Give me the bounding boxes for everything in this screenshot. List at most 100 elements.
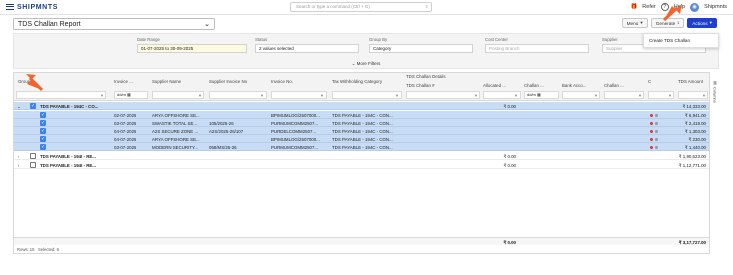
menu-button[interactable]: Menu ▾ (621, 18, 648, 28)
status-dot-icon (650, 137, 653, 141)
columns-label: Columns (712, 87, 718, 103)
filter-supplier-invoice[interactable] (209, 91, 267, 99)
col-header-supplier-name[interactable]: Supplier Name (152, 79, 181, 84)
filter-category[interactable] (332, 91, 402, 99)
top-bar: SHIPMNTS Search or type a command (Ctrl … (0, 0, 733, 15)
expand-chevron-icon[interactable]: › (18, 163, 19, 168)
row-checkbox[interactable] (30, 162, 36, 168)
status-label: Status (255, 37, 268, 42)
invoice-no-cell[interactable]: PURMUMCOMM2507... (271, 145, 329, 150)
brand-logo[interactable]: SHIPMNTS (6, 4, 58, 11)
row-checkbox[interactable] (30, 153, 36, 159)
table-row[interactable]: ✓ 04-07-2025 ARYA OFFSHORE SE... BPIMUML… (14, 135, 709, 143)
total-allocated: ₹ 0.00 (503, 239, 516, 245)
row-checkbox[interactable]: ✓ (40, 112, 46, 118)
actions-button[interactable]: Actions ▾ (687, 18, 717, 28)
supplier-name-cell: A2S SECURE ZONE ... (152, 128, 199, 134)
date-range-input[interactable]: 01-07-2025 to 30-09-2025 (137, 44, 247, 53)
invoice-date-cell: 04-07-2025 (114, 128, 137, 134)
col-header-tds-category[interactable]: Tax Withholding Category (332, 79, 382, 84)
global-search-input[interactable]: Search or type a command (Ctrl + G) ⌕ (290, 2, 432, 12)
filter-icon[interactable]: ▼ (514, 93, 518, 98)
org-name[interactable]: Shipmnts (704, 4, 727, 10)
category-cell: TDS PAYABLE - 194C - CON... (332, 136, 393, 142)
invoice-date-cell: 02-07-2025 (114, 112, 137, 118)
expand-chevron-icon[interactable]: › (18, 154, 19, 159)
allocated-value: ₹ 0.00 (503, 103, 516, 109)
filter-challan-date[interactable]: dd/m ▦ (524, 91, 559, 99)
invoice-no-cell[interactable]: BPIMUMLOG/2507000... (271, 137, 329, 142)
col-header-tds-challan-no[interactable]: TDS Challan # (406, 83, 435, 88)
filter-group[interactable] (16, 91, 106, 99)
supplier-invoice-cell: 105/2025-26 (209, 120, 234, 126)
invoice-no-cell[interactable]: PURMUMCOMM2507... (271, 121, 329, 126)
report-selector[interactable]: TDS Challan Report ⌄ (13, 18, 215, 30)
refer-link[interactable]: Refer (642, 4, 655, 10)
tds-amount-cell: ₹ 230.00 (688, 136, 706, 142)
supplier-name-cell: MODERN SECURITY... (152, 144, 199, 150)
columns-side-tab[interactable]: ▥ Columns (711, 80, 719, 110)
annotation-arrow-icon (662, 4, 682, 22)
filter-invoice-no[interactable] (271, 91, 327, 99)
filter-icon[interactable]: ▼ (395, 93, 399, 98)
group-row[interactable]: ⌄ ✓ TDS PAYABLE - 194C - CO... ₹ 0.00 ₹ … (14, 102, 709, 110)
collapse-chevron-icon[interactable]: ⌄ (17, 104, 21, 110)
filter-invoice-date[interactable]: dd/m ▦ (114, 91, 148, 99)
filter-icon[interactable]: ▼ (260, 93, 264, 98)
filter-icon[interactable]: ▼ (100, 93, 104, 98)
menu-icon[interactable] (6, 4, 14, 10)
row-checkbox[interactable]: ✓ (40, 128, 46, 134)
cost-center-input[interactable]: Posting Branch (485, 44, 589, 53)
col-header-allocated[interactable]: Allocated ... (483, 83, 506, 88)
gift-icon[interactable]: 🎁 (630, 4, 637, 10)
invoice-no-cell[interactable]: PURDELCOMM2507... (271, 129, 329, 134)
col-header-supplier-invoice-no[interactable]: Supplier Invoice No (209, 79, 247, 84)
filter-supplier-name[interactable] (152, 91, 204, 99)
table-row[interactable]: ✓ 04-07-2025 A2S SECURE ZONE ... A2S/202… (14, 127, 709, 135)
supplier-invoice-cell: 058/MS/25-26 (209, 144, 237, 150)
selected-count: Selected: 6 (37, 247, 59, 252)
filter-challan-no[interactable] (406, 91, 480, 99)
table-row[interactable]: ✓ 03-07-2025 SWASTIK TOTAL SE... 105/202… (14, 119, 709, 127)
filter-icon[interactable]: ▼ (320, 93, 324, 98)
filter-icon[interactable]: ▼ (702, 93, 706, 98)
more-filters-toggle[interactable]: ⌄ More Filters (14, 61, 718, 67)
filter-icon[interactable]: ▼ (638, 93, 642, 98)
col-header-challan-date[interactable]: Challan ... (524, 83, 544, 88)
group-row[interactable]: › TDS PAYABLE - 194I - RE... ₹ 0.00 ₹ 1,… (14, 152, 709, 160)
group-by-select[interactable]: Category (369, 44, 473, 53)
filter-icon[interactable]: ▼ (668, 93, 672, 98)
row-checkbox[interactable]: ✓ (40, 144, 46, 150)
status-select[interactable]: 2 values selected (255, 44, 359, 53)
filter-icon[interactable]: ▼ (594, 93, 598, 98)
col-header-tds-amount[interactable]: TDS Amount (678, 79, 703, 84)
totals-row: ₹ 0.00 ₹ 3,17,727.00 (14, 237, 709, 245)
report-title: TDS Challan Report (18, 20, 81, 28)
col-header-bank-account[interactable]: Bank Acco... (562, 83, 586, 88)
table-row[interactable]: ✓ 03-07-2025 MODERN SECURITY... 058/MS/2… (14, 143, 709, 151)
status-dot-icon (655, 129, 658, 133)
col-header-invoice-date[interactable]: Invoice ... (114, 79, 133, 84)
status-dot-icon (650, 113, 653, 117)
org-avatar-icon[interactable]: ◉ (690, 2, 700, 12)
category-cell: TDS PAYABLE - 194C - CON... (332, 112, 393, 118)
filter-icon[interactable]: ▼ (198, 93, 202, 98)
col-header-challan-extra[interactable]: Challan ... (604, 83, 624, 88)
row-checkbox[interactable]: ✓ (30, 103, 36, 109)
total-tds-amount: ₹ 3,17,727.00 (678, 239, 706, 245)
filters-panel: Date Range 01-07-2025 to 30-09-2025 Stat… (13, 33, 719, 69)
table-row[interactable]: ✓ 02-07-2025 ARYA OFFSHORE SE... BPIMUML… (14, 111, 709, 119)
create-tds-challan-item[interactable]: Create TDS Challan (649, 38, 713, 43)
supplier-name-cell: SWASTIK TOTAL SE... (152, 120, 198, 126)
status-dot-icon (650, 145, 653, 149)
group-row[interactable]: › TDS PAYABLE - 194I - RE... ₹ 0.00 ₹ 1,… (14, 161, 709, 169)
col-header-c[interactable]: C (648, 79, 651, 84)
col-header-invoice-no[interactable]: Invoice No. (271, 79, 293, 84)
status-dot-icon (650, 129, 653, 133)
row-checkbox[interactable]: ✓ (40, 120, 46, 126)
row-checkbox[interactable]: ✓ (40, 136, 46, 142)
category-cell: TDS PAYABLE - 194C - CON... (332, 128, 393, 134)
invoice-no-cell[interactable]: BPIMUMLOG/2507000... (271, 113, 329, 118)
tds-amount-cell: ₹ 1,303.00 (684, 128, 706, 134)
filter-icon[interactable]: ▼ (474, 93, 478, 98)
